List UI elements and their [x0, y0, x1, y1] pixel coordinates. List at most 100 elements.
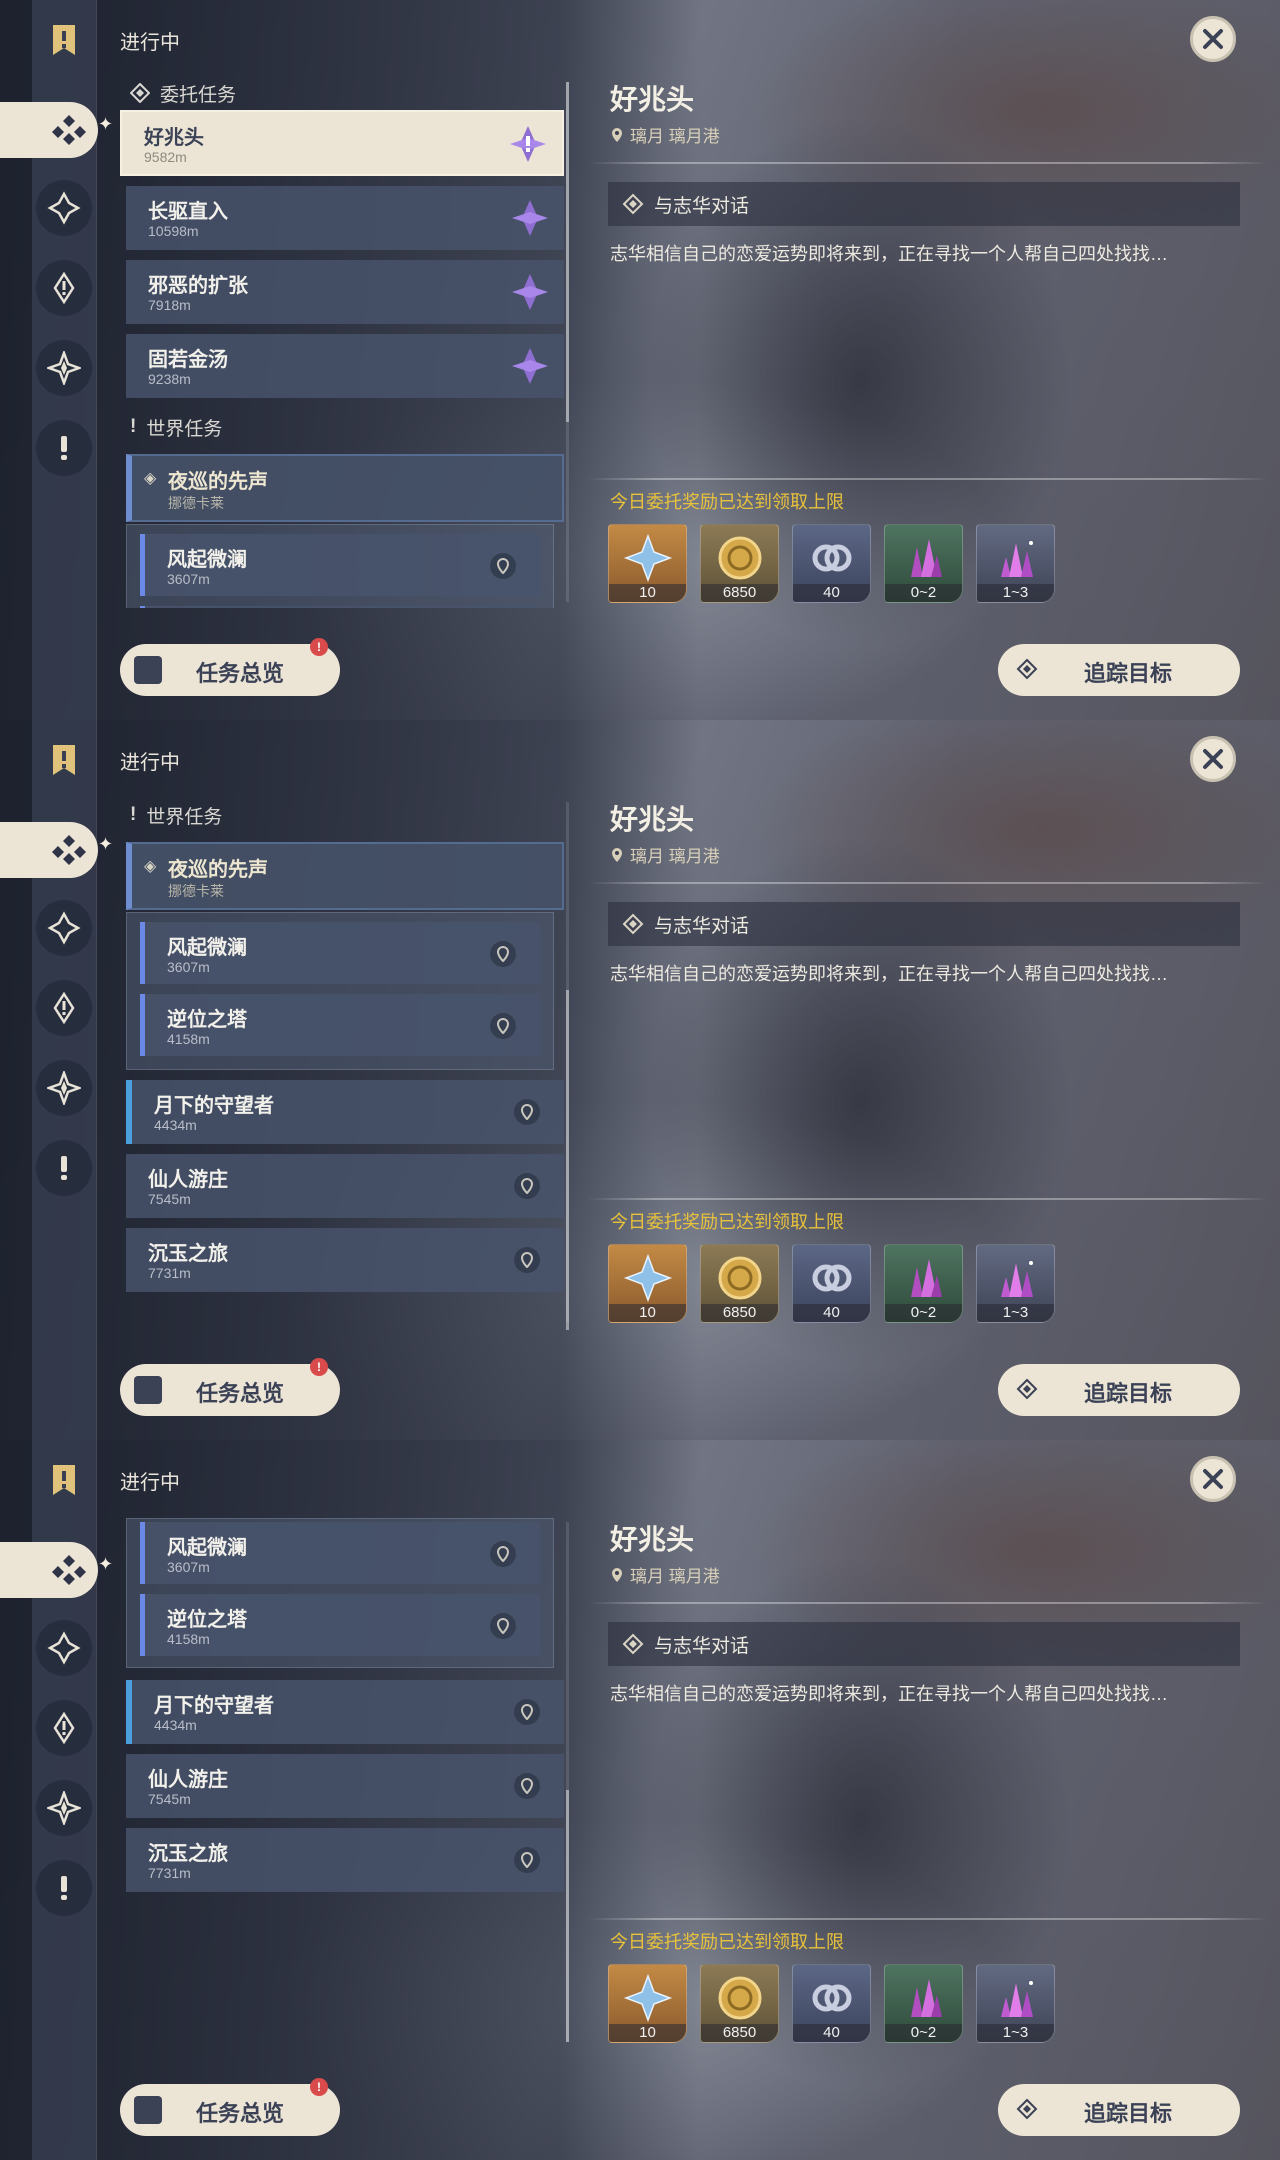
objective-box: 与志华对话	[608, 902, 1240, 946]
world-quest-icon[interactable]	[36, 1860, 92, 1916]
quest-list[interactable]: 委托任务 好兆头 9582m 长驱直入 10598m 邪恶的扩张 7918m 固…	[118, 78, 568, 608]
quest-list[interactable]: 风起微澜 3607m 逆位之塔 4158m 月下的守望者 4434m 仙人游庄 …	[118, 1518, 568, 2048]
event-quest-icon[interactable]	[36, 340, 92, 396]
quest-overview-button[interactable]: 任务总览 !	[120, 1358, 340, 1416]
bookmark-icon[interactable]	[36, 12, 92, 68]
track-target-button[interactable]: 追踪目标	[998, 644, 1240, 696]
quest-item-world-main[interactable]: ◈ 夜巡的先声 挪德卡莱	[126, 454, 564, 522]
scrollbar-thumb[interactable]	[566, 990, 569, 1330]
reward-item[interactable]: 0~2	[884, 1964, 963, 2043]
location-pin-icon	[514, 1099, 540, 1125]
location-pin-icon	[612, 847, 622, 862]
close-button[interactable]	[1190, 16, 1236, 62]
adventure-exp-icon	[623, 1253, 673, 1303]
commission-tab-icon[interactable]	[0, 822, 98, 878]
reward-count: 0~2	[885, 1304, 962, 1322]
reward-item[interactable]: 1~3	[976, 524, 1055, 603]
track-target-button[interactable]: 追踪目标	[998, 2084, 1240, 2136]
quest-region: 挪德卡莱	[168, 495, 224, 511]
quest-item-commission[interactable]: 邪恶的扩张 7918m	[126, 260, 564, 324]
track-diamond-icon	[1016, 658, 1038, 680]
quest-item-subquest[interactable]: 风起微澜 3607m	[140, 1522, 540, 1584]
bookmark-icon[interactable]	[36, 1452, 92, 1508]
quest-item-world[interactable]: 月下的守望者 4434m	[126, 1680, 564, 1744]
quest-item-subquest[interactable]: 风起微澜 3607m	[140, 534, 540, 596]
commission-gem-icon	[512, 348, 548, 384]
story-quest-icon[interactable]	[36, 980, 92, 1036]
event-quest-icon[interactable]	[36, 1780, 92, 1836]
reward-item[interactable]: 10	[608, 1964, 687, 2043]
track-target-button[interactable]: 追踪目标	[998, 1364, 1240, 1416]
quest-item-subquest[interactable]: 逆位之塔 4158m	[140, 994, 540, 1056]
reward-item[interactable]: 40	[792, 1244, 871, 1323]
quest-item-commission[interactable]: 固若金汤 9238m	[126, 334, 564, 398]
story-quest-icon[interactable]	[36, 260, 92, 316]
quest-item-subquest[interactable]: 风起微澜 3607m	[140, 922, 540, 984]
button-label: 追踪目标	[1084, 2101, 1173, 2126]
close-button[interactable]	[1190, 1456, 1236, 1502]
reward-item[interactable]: 6850	[700, 524, 779, 603]
reward-count: 1~3	[977, 584, 1054, 602]
close-button[interactable]	[1190, 736, 1236, 782]
reward-item[interactable]: 0~2	[884, 524, 963, 603]
quest-title: 邪恶的扩张	[148, 275, 248, 297]
quest-overview-button[interactable]: 任务总览 !	[120, 2078, 340, 2136]
header-title: 进行中	[120, 1472, 180, 1494]
quest-item-world-main[interactable]: ◈ 夜巡的先声 挪德卡莱	[126, 842, 564, 910]
reward-item[interactable]: 1~3	[976, 1244, 1055, 1323]
scrollbar-thumb[interactable]	[566, 1790, 569, 2042]
quest-title: 仙人游庄	[148, 1769, 228, 1791]
notification-badge: !	[310, 2078, 328, 2096]
quest-distance: 4158m	[167, 1031, 210, 1047]
reward-item[interactable]: 1~3	[976, 1964, 1055, 2043]
reward-item[interactable]: 6850	[700, 1964, 779, 2043]
quest-overview-button[interactable]: 任务总览 !	[120, 638, 340, 696]
divider	[588, 1198, 1268, 1200]
reward-count: 0~2	[885, 2024, 962, 2042]
quest-list[interactable]: ! 世界任务 ◈ 夜巡的先声 挪德卡莱 风起微澜 3607m 逆位之塔 4158…	[118, 798, 568, 1328]
quest-title: 仙人游庄	[148, 1169, 228, 1191]
reward-count: 40	[793, 1304, 870, 1322]
quest-item-world[interactable]: 沉玉之旅 7731m	[126, 1228, 564, 1292]
reward-item[interactable]: 6850	[700, 1244, 779, 1323]
quest-item-subquest[interactable]: 逆位之塔 4158m	[140, 1594, 540, 1656]
scrollbar-thumb[interactable]	[566, 82, 569, 422]
story-quest-icon[interactable]	[36, 1700, 92, 1756]
location-pin-icon	[490, 553, 516, 579]
sparkle-icon: ✦	[98, 834, 114, 854]
location-pin-icon	[514, 1247, 540, 1273]
section-label: 委托任务	[160, 84, 237, 106]
quest-item-world[interactable]: 仙人游庄 7545m	[126, 1754, 564, 1818]
reward-item[interactable]: 40	[792, 1964, 871, 2043]
commission-tab-icon[interactable]	[0, 1542, 98, 1598]
quest-item-world[interactable]: 沉玉之旅 7731m	[126, 1828, 564, 1892]
quest-title: 风起微澜	[167, 1537, 247, 1559]
world-quest-icon[interactable]	[36, 1140, 92, 1196]
bookmark-icon[interactable]	[36, 732, 92, 788]
reward-item[interactable]: 10	[608, 524, 687, 603]
archon-quest-icon[interactable]	[36, 180, 92, 236]
crystal-icon	[911, 1259, 942, 1297]
quest-item-subquest[interactable]	[140, 606, 540, 608]
objective-box: 与志华对话	[608, 1622, 1240, 1666]
button-label: 任务总览	[196, 2101, 285, 2126]
reward-count: 6850	[701, 2024, 778, 2042]
reward-count: 10	[609, 2024, 686, 2042]
adventure-exp-icon	[623, 1973, 673, 2023]
reward-item[interactable]: 10	[608, 1244, 687, 1323]
quest-item-world[interactable]: 仙人游庄 7545m	[126, 1154, 564, 1218]
quest-item-commission[interactable]: 长驱直入 10598m	[126, 186, 564, 250]
quest-item-commission[interactable]: 好兆头 9582m	[120, 110, 564, 176]
world-quest-icon[interactable]	[36, 420, 92, 476]
archon-quest-icon[interactable]	[36, 1620, 92, 1676]
section-world: ! 世界任务	[130, 412, 222, 442]
archon-quest-icon[interactable]	[36, 900, 92, 956]
quest-item-world[interactable]: 月下的守望者 4434m	[126, 1080, 564, 1144]
reward-count: 40	[793, 2024, 870, 2042]
objective-diamond-icon	[622, 193, 644, 215]
reward-item[interactable]: 40	[792, 524, 871, 603]
detail-title: 好兆头	[610, 804, 695, 835]
event-quest-icon[interactable]	[36, 1060, 92, 1116]
commission-tab-icon[interactable]	[0, 102, 98, 158]
reward-item[interactable]: 0~2	[884, 1244, 963, 1323]
